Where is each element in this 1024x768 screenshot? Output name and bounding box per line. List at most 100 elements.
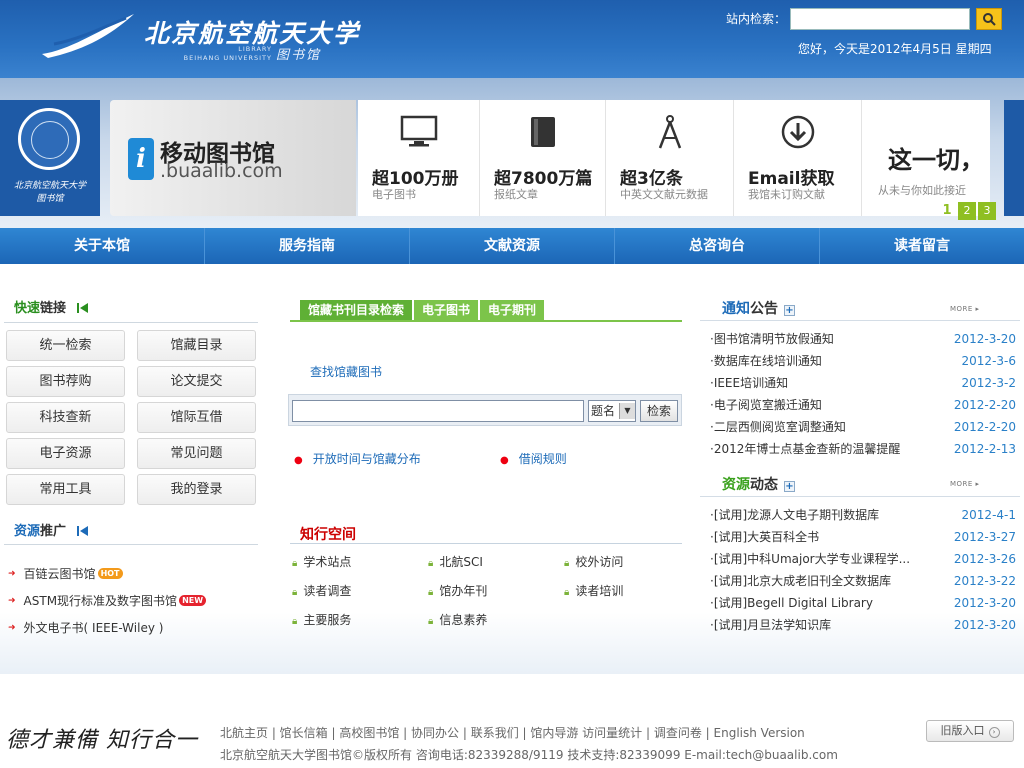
pager-2[interactable]: 2 bbox=[958, 202, 976, 220]
resource-row[interactable]: ·[试用]Begell Digital Library 2012-3-20 bbox=[710, 592, 1016, 614]
notice-row[interactable]: ·数据库在线培训通知 2012-3-6 bbox=[710, 350, 1016, 372]
plus-icon[interactable]: + bbox=[784, 481, 795, 492]
quick-interlibrary-loan[interactable]: 馆际互借 bbox=[137, 402, 256, 433]
footer-copyright: 北京航空航天大学图书馆©版权所有 咨询电话:82339288/9119 技术支持… bbox=[220, 748, 838, 762]
lock-icon: 🔒︎ bbox=[564, 558, 570, 569]
catalog-search-button[interactable]: 检索 bbox=[640, 400, 678, 422]
notice-row[interactable]: ·二层西侧阅览室调整通知 2012-2-20 bbox=[710, 416, 1016, 438]
stat-email-delivery[interactable]: Email获取 我馆未订购文献 bbox=[734, 100, 862, 216]
mobile-library-card[interactable]: i 移动图书馆 .buaalib.com bbox=[110, 100, 356, 216]
quick-thesis-submit[interactable]: 论文提交 bbox=[137, 366, 256, 397]
resource-row[interactable]: ·[试用]龙源人文电子期刊数据库 2012-4-1 bbox=[710, 504, 1016, 526]
quick-unified-search[interactable]: 统一检索 bbox=[6, 330, 125, 361]
resource-row[interactable]: ·[试用]中科Umajor大学专业课程学... 2012-3-26 bbox=[710, 548, 1016, 570]
banner-edge bbox=[1004, 100, 1024, 216]
zhixing-sci[interactable]: 🔒︎ 北航SCI bbox=[428, 552, 564, 572]
nav-guestbook[interactable]: 读者留言 bbox=[820, 228, 1024, 264]
beihang-logo-icon[interactable] bbox=[40, 10, 136, 60]
search-icon bbox=[983, 13, 996, 26]
date-greeting: 您好，今天是2012年4月5日 星期四 bbox=[798, 42, 992, 56]
notice-row[interactable]: ·图书馆清明节放假通知 2012-3-20 bbox=[710, 328, 1016, 350]
resource-more-link[interactable]: MORE ▸ bbox=[950, 480, 980, 488]
chevron-down-icon: ▼ bbox=[619, 403, 635, 419]
zhixing-academic-sites[interactable]: 🔒︎ 学术站点 bbox=[292, 552, 428, 572]
stat-tagline[interactable]: 这一切， 从未与你如此接近 bbox=[862, 100, 990, 216]
quick-links-title: 快速链接 bbox=[14, 297, 89, 316]
nav-services[interactable]: 服务指南 bbox=[205, 228, 410, 264]
flag-icon bbox=[76, 526, 88, 536]
notice-row[interactable]: ·2012年博士点基金查新的温馨提醒 2012-2-13 bbox=[710, 438, 1016, 460]
promo-title: 资源推广 bbox=[14, 520, 89, 539]
lock-icon: 🔒︎ bbox=[292, 558, 298, 569]
compass-icon bbox=[650, 112, 690, 152]
banner-pager: 1 2 3 bbox=[938, 202, 996, 220]
zhixing-divider bbox=[290, 543, 682, 544]
nav-about[interactable]: 关于本馆 bbox=[0, 228, 205, 264]
resource-list: ·[试用]龙源人文电子期刊数据库 2012-4-1 ·[试用]大英百科全书 2012… bbox=[710, 504, 1016, 636]
tab-ejournals[interactable]: 电子期刊 bbox=[480, 300, 545, 320]
resource-row[interactable]: ·[试用]大英百科全书 2012-3-27 bbox=[710, 526, 1016, 548]
search-field-select[interactable]: 题名 ▼ bbox=[588, 400, 636, 422]
footer-links[interactable]: 北航主页 | 馆长信箱 | 高校图书馆 | 协同办公 | 联系我们 | 馆内导游… bbox=[220, 724, 805, 741]
resource-divider bbox=[700, 496, 1020, 497]
tabs-divider bbox=[290, 320, 682, 322]
info-icon: i bbox=[128, 138, 154, 180]
catalog-search-input[interactable] bbox=[292, 400, 584, 422]
promo-item[interactable]: ➜ ASTM现行标准及数字图书馆 NEW bbox=[8, 587, 207, 614]
notice-title: 通知公告 + bbox=[722, 301, 795, 317]
pager-3[interactable]: 3 bbox=[978, 202, 996, 220]
zhixing-main-services[interactable]: 🔒︎ 主要服务 bbox=[292, 610, 428, 630]
lock-icon: 🔒︎ bbox=[292, 587, 298, 598]
lock-icon: 🔒︎ bbox=[428, 558, 434, 569]
library-name: 图书馆 bbox=[276, 48, 322, 63]
notice-row[interactable]: ·电子阅览室搬迁通知 2012-2-20 bbox=[710, 394, 1016, 416]
zhixing-survey[interactable]: 🔒︎ 读者调查 bbox=[292, 581, 428, 601]
tab-ebooks[interactable]: 电子图书 bbox=[414, 300, 479, 320]
arrow-right-icon: ➜ bbox=[8, 595, 16, 606]
resource-row[interactable]: ·[试用]月旦法学知识库 2012-3-20 bbox=[710, 614, 1016, 636]
stat-metadata[interactable]: 超3亿条 中英文文献元数据 bbox=[606, 100, 734, 216]
quick-tools[interactable]: 常用工具 bbox=[6, 474, 125, 505]
nav-resources[interactable]: 文献资源 bbox=[410, 228, 615, 264]
site-search-button[interactable] bbox=[976, 8, 1002, 30]
quick-my-login[interactable]: 我的登录 bbox=[137, 474, 256, 505]
stat-ebooks[interactable]: 超100万册 电子图书 bbox=[358, 100, 480, 216]
quick-links-grid: 统一检索 馆藏目录 图书荐购 论文提交 科技查新 馆际互借 电子资源 常见问题 … bbox=[6, 330, 258, 505]
stat-newspapers[interactable]: 超7800万篇 报纸文章 bbox=[480, 100, 606, 216]
promo-item[interactable]: ➜ 百链云图书馆 HOT bbox=[8, 560, 206, 587]
site-search-input[interactable] bbox=[790, 8, 970, 30]
mobile-library-url: .buaalib.com bbox=[160, 160, 283, 182]
zhixing-off-campus[interactable]: 🔒︎ 校外访问 bbox=[564, 552, 692, 572]
notice-more-link[interactable]: MORE ▸ bbox=[950, 305, 980, 313]
library-seal-icon bbox=[18, 108, 80, 170]
nav-help-desk[interactable]: 总咨询台 bbox=[615, 228, 820, 264]
site-footer: 德才兼備 知行合一 北航主页 | 馆长信箱 | 高校图书馆 | 协同办公 | 联… bbox=[0, 674, 1024, 768]
chevron-right-icon: › bbox=[988, 727, 1000, 738]
zhixing-info-literacy[interactable]: 🔒︎ 信息素养 bbox=[428, 610, 564, 630]
notice-list: ·图书馆清明节放假通知 2012-3-20 ·数据库在线培训通知 2012-3-6 … bbox=[710, 328, 1016, 460]
plus-icon[interactable]: + bbox=[784, 305, 795, 316]
lock-icon: 🔒︎ bbox=[292, 616, 298, 627]
bullet-icon: ● bbox=[294, 455, 303, 466]
quick-book-recommend[interactable]: 图书荐购 bbox=[6, 366, 125, 397]
logo-english: LIBRARY BEIHANG UNIVERSITY bbox=[183, 45, 272, 62]
resource-news-title: 资源动态 + bbox=[722, 477, 795, 493]
tab-catalog-search[interactable]: 馆藏书刊目录检索 bbox=[300, 300, 413, 320]
find-books-link[interactable]: 查找馆藏图书 bbox=[310, 363, 382, 380]
arrow-right-icon: ➜ bbox=[8, 622, 16, 633]
notice-row[interactable]: ·IEEE培训通知 2012-3-2 bbox=[710, 372, 1016, 394]
borrowing-rules-link[interactable]: 借阅规则 bbox=[519, 452, 567, 466]
quick-catalog[interactable]: 馆藏目录 bbox=[137, 330, 256, 361]
quick-novelty-search[interactable]: 科技查新 bbox=[6, 402, 125, 433]
quick-faq[interactable]: 常见问题 bbox=[137, 438, 256, 469]
zhixing-training[interactable]: 🔒︎ 读者培训 bbox=[564, 581, 692, 601]
opening-hours-link[interactable]: 开放时间与馆藏分布 bbox=[313, 452, 421, 466]
library-badge: 北京航空航天大学 图书馆 bbox=[0, 100, 100, 216]
quick-e-resources[interactable]: 电子资源 bbox=[6, 438, 125, 469]
resource-row[interactable]: ·[试用]北京大成老旧刊全文数据库 2012-3-22 bbox=[710, 570, 1016, 592]
promo-item[interactable]: ➜ 外文电子书( IEEE-Wiley ) bbox=[8, 614, 206, 641]
old-version-button[interactable]: 旧版入口 › bbox=[926, 720, 1014, 742]
zhixing-annual[interactable]: 🔒︎ 馆办年刊 bbox=[428, 581, 564, 601]
pager-1[interactable]: 1 bbox=[938, 202, 956, 220]
site-header: 北京航空航天大学 LIBRARY BEIHANG UNIVERSITY 图书馆 … bbox=[0, 0, 1024, 78]
